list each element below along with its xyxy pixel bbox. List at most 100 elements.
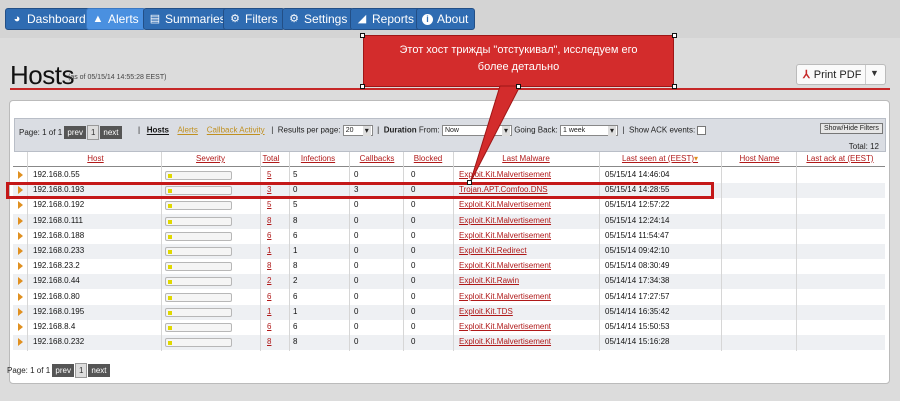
cell-malware[interactable]: Exploit.Kit.Redirect xyxy=(459,246,527,255)
nav-alerts-button[interactable]: ▲ Alerts xyxy=(86,8,146,30)
prev-page-button[interactable]: prev xyxy=(64,126,86,139)
cell-total[interactable]: 6 xyxy=(267,292,271,301)
cell-infections: 1 xyxy=(293,246,298,255)
cell-total[interactable]: 8 xyxy=(267,337,271,346)
expand-arrow-icon[interactable] xyxy=(18,247,23,255)
nav-label: Reports xyxy=(372,12,415,26)
show-hide-filters-button[interactable]: Show/Hide Filters xyxy=(820,123,883,134)
nav-settings-button[interactable]: ⚙ Settings xyxy=(282,8,355,30)
table-row[interactable]: 192.168.0.232 8 8 0 0 Exploit.Kit.Malvertisem… xyxy=(13,335,885,351)
cell-last-seen: 05/15/14 11:54:47 xyxy=(605,230,669,240)
going-back-label: Going Back: xyxy=(514,125,558,135)
prev-page-button[interactable]: prev xyxy=(52,364,74,377)
severity-fill xyxy=(168,174,172,178)
nav-label: Summaries xyxy=(165,12,226,26)
severity-fill xyxy=(168,204,172,209)
cell-total[interactable]: 1 xyxy=(267,307,271,316)
cell-total[interactable]: 6 xyxy=(267,322,271,331)
cell-total[interactable]: 8 xyxy=(267,216,271,225)
results-per-page-select[interactable]: 20 xyxy=(342,125,373,136)
cell-malware[interactable]: Exploit.Kit.Malvertisement xyxy=(459,231,551,240)
page-number-button[interactable]: 1 xyxy=(74,363,88,378)
col-severity[interactable]: Severity xyxy=(163,154,258,163)
table-row[interactable]: 192.168.0.55 5 5 0 0 Exploit.Kit.Malvertiseme… xyxy=(13,168,885,183)
table-row[interactable]: 192.168.0.44 2 2 0 0 Exploit.Kit.Rawin 05/14/1… xyxy=(13,274,885,290)
cell-total[interactable]: 8 xyxy=(267,261,271,270)
nav-about-button[interactable]: i About xyxy=(416,8,476,30)
expand-arrow-icon[interactable] xyxy=(18,262,23,271)
chevron-down-icon[interactable]: ▼ xyxy=(870,68,879,78)
cell-host: 192.168.0.192 xyxy=(33,200,85,210)
alerts-link[interactable]: Alerts xyxy=(177,126,197,135)
cell-total[interactable]: 1 xyxy=(267,246,271,255)
nav-summaries-button[interactable]: ▤ Summaries xyxy=(143,8,233,30)
cell-total[interactable]: 5 xyxy=(267,200,271,209)
cell-last-seen: 05/14/14 17:27:57 xyxy=(605,291,670,301)
pdf-icon: ⅄ xyxy=(803,69,810,81)
results-per-page-label: Results per page: xyxy=(277,125,341,135)
cell-malware[interactable]: Exploit.Kit.Malvertisement xyxy=(459,216,551,225)
col-callbacks[interactable]: Callbacks xyxy=(351,154,403,163)
expand-arrow-icon[interactable] xyxy=(18,216,23,225)
table-row[interactable]: 192.168.23.2 8 8 0 0 Exploit.Kit.Malvertiseme… xyxy=(13,259,885,274)
table-row[interactable]: 192.168.0.188 6 6 0 0 Exploit.Kit.Malvertisem… xyxy=(13,229,885,244)
from-select[interactable]: Now xyxy=(441,125,512,136)
col-last-ack[interactable]: Last ack at (EEST) xyxy=(796,154,884,163)
table-row[interactable]: 192.168.0.80 6 6 0 0 Exploit.Kit.Malvertiseme… xyxy=(13,290,885,305)
cell-malware[interactable]: Exploit.Kit.Malvertisement xyxy=(459,261,551,270)
expand-arrow-icon[interactable] xyxy=(18,231,23,240)
expand-arrow-icon[interactable] xyxy=(18,171,23,179)
cell-malware[interactable]: Exploit.Kit.Malvertisement xyxy=(459,292,551,301)
col-blocked[interactable]: Blocked xyxy=(404,154,452,163)
cell-total[interactable]: 2 xyxy=(267,276,271,285)
cell-last-seen: 05/15/14 12:57:22 xyxy=(605,200,670,210)
expand-arrow-icon[interactable] xyxy=(18,292,23,301)
col-last-malware[interactable]: Last Malware xyxy=(453,154,599,163)
severity-bar xyxy=(165,292,232,302)
expand-arrow-icon[interactable] xyxy=(18,323,23,331)
cell-malware[interactable]: Exploit.Kit.Malvertisement xyxy=(459,322,551,331)
table-row[interactable]: 192.168.0.195 1 1 0 0 Exploit.Kit.TDS 05/14/14… xyxy=(13,304,885,320)
next-page-button[interactable]: next xyxy=(88,364,110,377)
filter-bar: Page: 1 of 1 prev 1 next | Hosts Alerts Ca… xyxy=(14,118,886,152)
callout-line-2: более детально xyxy=(477,61,560,73)
going-back-select[interactable]: 1 week xyxy=(560,125,618,136)
nav-filters-button[interactable]: ⚙ Filters xyxy=(223,8,285,30)
cell-blocked: 0 xyxy=(411,322,416,331)
cell-callbacks: 0 xyxy=(354,261,359,271)
expand-arrow-icon[interactable] xyxy=(18,277,23,286)
table-row[interactable]: 192.168.0.111 8 8 0 0 Exploit.Kit.Malvertisem… xyxy=(13,213,885,229)
cell-malware[interactable]: Exploit.Kit.Rawin xyxy=(459,276,519,285)
cell-malware[interactable]: Exploit.Kit.TDS xyxy=(459,307,513,316)
cell-malware[interactable]: Exploit.Kit.Malvertisement xyxy=(459,337,551,346)
cell-total[interactable]: 6 xyxy=(267,231,271,240)
show-ack-checkbox[interactable] xyxy=(697,126,707,135)
next-page-button[interactable]: next xyxy=(100,126,122,139)
print-pdf-button[interactable]: ⅄ Print PDF ▼ xyxy=(796,64,886,85)
nav-dashboard-button[interactable]: ◕ Dashboard xyxy=(5,8,93,30)
cell-malware[interactable]: Exploit.Kit.Malvertisement xyxy=(459,170,551,179)
col-last-seen[interactable]: Last seen at (EEST)▾ xyxy=(600,154,720,163)
hosts-link[interactable]: Hosts xyxy=(147,126,169,135)
expand-arrow-icon[interactable] xyxy=(18,307,23,316)
table-row[interactable]: 192.168.0.192 5 5 0 0 Exploit.Kit.Malvertisem… xyxy=(13,198,885,213)
column-divider xyxy=(796,152,797,351)
cell-total[interactable]: 5 xyxy=(267,170,271,179)
expand-arrow-icon[interactable] xyxy=(18,201,23,210)
callback-activity-link[interactable]: Callback Activity xyxy=(207,126,265,135)
cell-blocked: 0 xyxy=(411,291,416,301)
table-row[interactable]: 192.168.8.4 6 6 0 0 Exploit.Kit.Malvertisemen… xyxy=(13,320,885,335)
cell-malware[interactable]: Exploit.Kit.Malvertisement xyxy=(459,200,551,209)
cell-last-seen: 05/15/14 12:24:14 xyxy=(605,215,670,225)
col-host[interactable]: Host xyxy=(13,154,178,163)
nav-reports-button[interactable]: ◢ Reports xyxy=(350,8,422,30)
cell-host: 192.168.0.55 xyxy=(33,170,80,179)
nav-label: About xyxy=(437,12,469,26)
expand-arrow-icon[interactable] xyxy=(18,338,23,347)
nav-label: Alerts xyxy=(108,12,139,26)
top-nav: ◕ Dashboard ▲ Alerts ▤ Summaries ⚙ Filte… xyxy=(0,0,900,38)
page-number-button[interactable]: 1 xyxy=(86,125,100,140)
col-host-name[interactable]: Host Name xyxy=(722,154,797,163)
table-row[interactable]: 192.168.0.233 1 1 0 0 Exploit.Kit.Redirect 05/… xyxy=(13,244,885,259)
col-infections[interactable]: Infections xyxy=(289,154,347,163)
